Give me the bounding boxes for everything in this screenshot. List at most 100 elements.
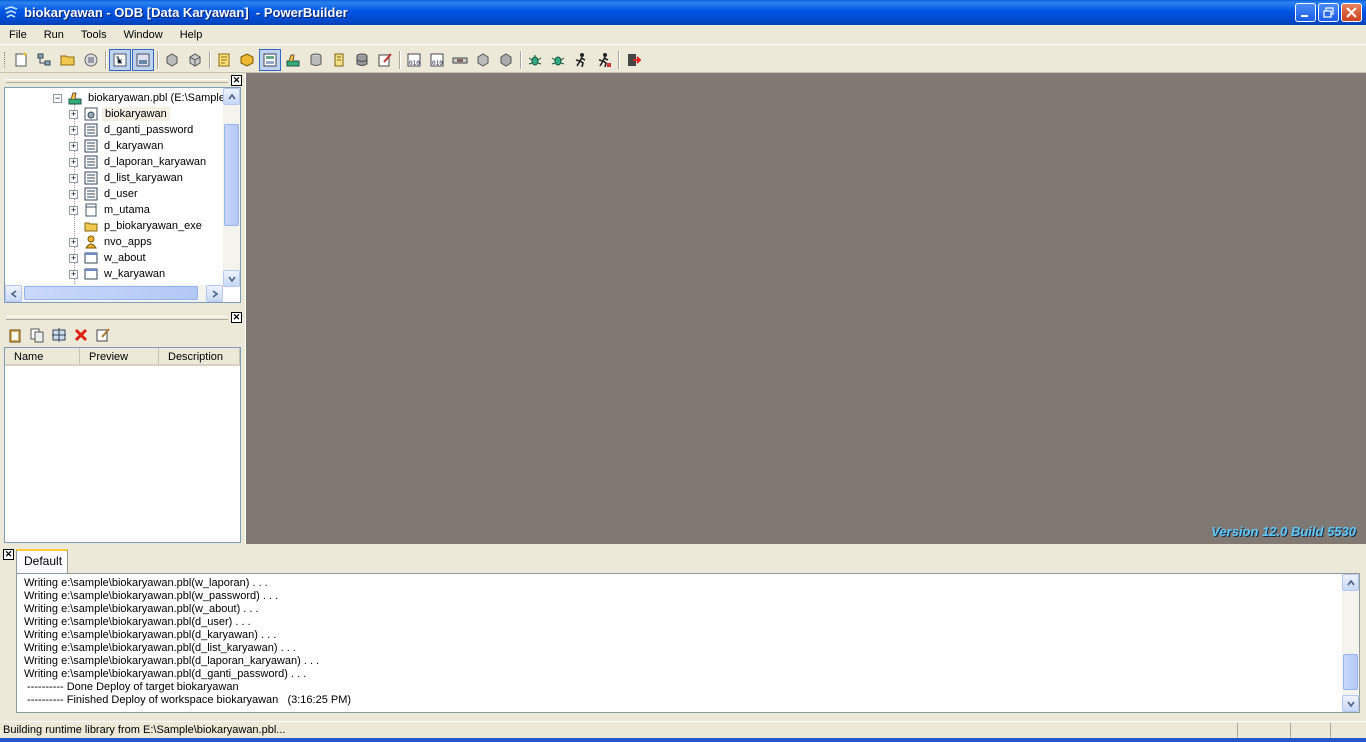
menu-file[interactable]: File <box>0 26 35 44</box>
window-title: biokaryawan - ODB [Data Karyawan] - Powe… <box>24 5 348 20</box>
library-list: Name Preview Description <box>4 347 241 543</box>
expand-icon[interactable]: + <box>69 141 78 151</box>
tree-item-label: m_utama <box>104 204 150 216</box>
paste-button[interactable] <box>4 324 26 346</box>
tab-default[interactable]: Default <box>16 549 68 573</box>
copy-button[interactable] <box>26 324 48 346</box>
edit-source-button[interactable] <box>213 49 235 71</box>
tree-root[interactable]: − biokaryawan.pbl (E:\Sample <box>53 90 227 106</box>
tree-item[interactable]: + w_karyawan <box>69 266 167 282</box>
close-button[interactable] <box>1341 3 1362 22</box>
full-build-button[interactable] <box>184 49 206 71</box>
restore-button[interactable] <box>1318 3 1339 22</box>
tree-item[interactable]: + d_user <box>69 186 140 202</box>
scroll-up-button[interactable] <box>223 88 240 105</box>
binary-button[interactable]: 010 <box>403 49 425 71</box>
tree-item[interactable]: + biokaryawan <box>69 106 170 122</box>
status-bar: Building runtime library from E:\Sample\… <box>0 721 1366 738</box>
output-line: Writing e:\sample\biokaryawan.pbl(w_lapo… <box>24 577 268 589</box>
db-table-button[interactable] <box>351 49 373 71</box>
expand-icon[interactable]: + <box>69 189 78 199</box>
output-scroll-up-button[interactable] <box>1342 574 1359 591</box>
expand-icon[interactable]: + <box>69 205 78 215</box>
open-button[interactable] <box>57 49 79 71</box>
select-and-run-button[interactable] <box>593 49 615 71</box>
expand-icon[interactable]: + <box>69 109 78 119</box>
menu-tools[interactable]: Tools <box>72 26 115 44</box>
database-button[interactable] <box>305 49 327 71</box>
debug-button[interactable] <box>524 49 546 71</box>
output-line: Writing e:\sample\biokaryawan.pbl(d_kary… <box>24 629 277 641</box>
expand-icon[interactable]: + <box>69 253 78 263</box>
pipeline-button[interactable] <box>449 49 471 71</box>
output-scroll-thumb[interactable] <box>1343 654 1358 690</box>
open-icon <box>60 55 75 66</box>
deploy2-button[interactable] <box>495 49 517 71</box>
exit-button[interactable] <box>622 49 644 71</box>
system-tree-close-button[interactable]: ✕ <box>231 75 242 86</box>
binary2-button[interactable]: 010 <box>426 49 448 71</box>
db-profile-button[interactable] <box>328 49 350 71</box>
run-window-button[interactable] <box>80 49 102 71</box>
column-preview[interactable]: Preview <box>80 348 159 364</box>
datawindow-painter-button[interactable] <box>259 49 281 71</box>
tree-item[interactable]: + d_ganti_password <box>69 122 195 138</box>
delete-button[interactable] <box>70 324 92 346</box>
output-close-button[interactable]: ✕ <box>3 549 14 560</box>
output-vertical-scrollbar[interactable] <box>1342 574 1359 712</box>
expand-icon[interactable]: + <box>69 125 78 135</box>
deploy-button[interactable] <box>472 49 494 71</box>
expand-icon[interactable]: + <box>69 157 78 167</box>
select-and-run-icon <box>598 53 611 68</box>
edit-source-icon <box>218 53 230 67</box>
debug2-button[interactable] <box>547 49 569 71</box>
library-painter-button[interactable] <box>282 49 304 71</box>
binary2-icon: 010 <box>430 53 444 67</box>
horizontal-scroll-thumb[interactable] <box>24 286 198 300</box>
tree-item[interactable]: + d_list_karyawan <box>69 170 185 186</box>
tree-horizontal-scrollbar[interactable] <box>5 285 223 302</box>
move-button[interactable] <box>48 324 70 346</box>
menu-run[interactable]: Run <box>35 26 72 44</box>
debug-icon <box>528 55 542 66</box>
system-tree-button[interactable] <box>109 49 131 71</box>
menu-window[interactable]: Window <box>115 26 171 44</box>
output-window-button[interactable] <box>132 49 154 71</box>
minimize-button[interactable] <box>1295 3 1316 22</box>
inherit-button[interactable] <box>33 49 55 71</box>
scroll-left-button[interactable] <box>5 285 22 302</box>
output-scroll-down-button[interactable] <box>1342 695 1359 712</box>
clipboard-icon <box>9 329 21 343</box>
collapse-icon[interactable]: − <box>53 93 62 103</box>
scroll-right-button[interactable] <box>206 285 223 302</box>
column-description[interactable]: Description <box>159 348 240 364</box>
tree-item[interactable]: p_biokaryawan_exe <box>84 218 204 234</box>
library-list-close-button[interactable]: ✕ <box>231 312 242 323</box>
tree-item[interactable]: + d_laporan_karyawan <box>69 154 208 170</box>
edit-button[interactable] <box>374 49 396 71</box>
output-log: Writing e:\sample\biokaryawan.pbl(w_lapo… <box>16 573 1360 713</box>
expand-icon[interactable]: + <box>69 173 78 183</box>
toolbar-grip[interactable] <box>4 52 7 68</box>
tree-item[interactable]: + nvo_apps <box>69 234 154 250</box>
copy-icon <box>30 328 44 343</box>
scroll-down-button[interactable] <box>223 270 240 287</box>
expand-icon[interactable]: + <box>69 269 78 279</box>
datawindow-icon <box>84 187 98 201</box>
tree-item[interactable]: + m_utama <box>69 202 152 218</box>
incremental-build-button[interactable] <box>161 49 183 71</box>
column-name[interactable]: Name <box>5 348 80 364</box>
datawindow-icon <box>84 171 98 185</box>
run-button[interactable] <box>570 49 592 71</box>
properties-button[interactable] <box>92 324 114 346</box>
tree-item[interactable]: + w_about <box>69 250 148 266</box>
object-button[interactable] <box>236 49 258 71</box>
tree-vertical-scrollbar[interactable] <box>223 88 240 287</box>
new-button[interactable] <box>10 49 32 71</box>
menu-bar: File Run Tools Window Help <box>0 25 1366 45</box>
menu-help[interactable]: Help <box>171 26 211 44</box>
expand-icon[interactable]: + <box>69 237 78 247</box>
db-profile-icon <box>334 53 344 67</box>
tree-item[interactable]: + d_karyawan <box>69 138 165 154</box>
scroll-thumb[interactable] <box>224 124 239 226</box>
